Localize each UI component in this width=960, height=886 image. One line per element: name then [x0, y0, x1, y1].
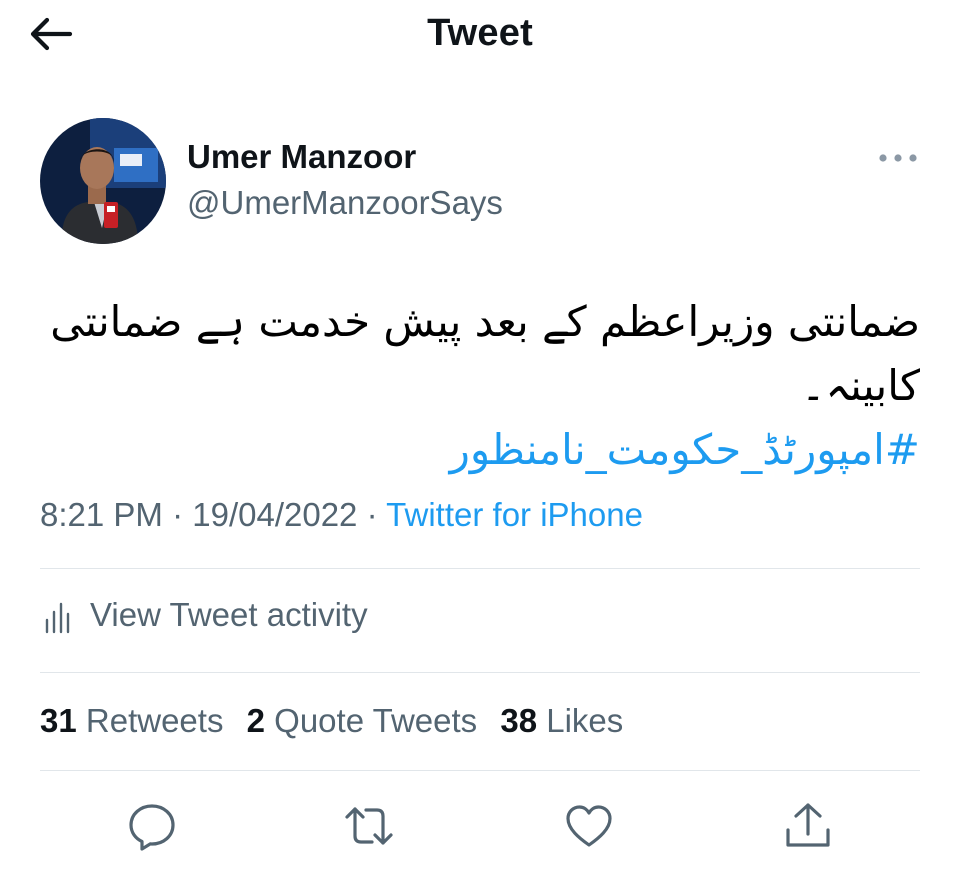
likes-label: Likes	[546, 702, 624, 739]
page-title: Tweet	[427, 12, 533, 54]
share-icon	[786, 803, 830, 847]
reply-button[interactable]	[126, 800, 178, 852]
retweet-button[interactable]	[343, 800, 395, 852]
hashtag-link[interactable]: #امپورٹڈ_حکومت_نامنظور	[40, 418, 920, 482]
header-bar: Tweet	[0, 0, 960, 70]
reply-icon	[129, 804, 175, 851]
tweet-date: 19/04/2022	[192, 496, 358, 533]
retweet-icon	[345, 807, 393, 845]
meta-separator: ·	[366, 496, 378, 533]
divider	[40, 770, 920, 771]
divider	[40, 568, 920, 569]
tweet-text: ضمانتی وزیراعظم کے بعد پیش خدمت ہے ضمانت…	[40, 290, 920, 482]
likes-stat[interactable]: 38 Likes	[500, 702, 623, 739]
bar-chart-icon	[45, 602, 70, 634]
view-tweet-activity-label: View Tweet activity	[90, 596, 368, 633]
engagement-stats: 31 Retweets 2 Quote Tweets 38 Likes	[40, 702, 637, 740]
retweets-stat[interactable]: 31 Retweets	[40, 702, 223, 739]
more-horizontal-icon	[879, 154, 917, 162]
author-display-name[interactable]: Umer Manzoor	[187, 138, 416, 176]
quote-tweets-label: Quote Tweets	[274, 702, 478, 739]
retweets-count: 31	[40, 702, 77, 739]
tweet-source-link[interactable]: Twitter for iPhone	[386, 496, 643, 533]
more-options-button[interactable]	[876, 146, 920, 170]
tweet-metadata: 8:21 PM · 19/04/2022 · Twitter for iPhon…	[40, 496, 643, 534]
quote-tweets-count: 2	[246, 702, 265, 739]
retweets-label: Retweets	[85, 702, 224, 739]
likes-count: 38	[500, 702, 538, 739]
like-icon	[566, 805, 612, 847]
share-button[interactable]	[782, 800, 834, 852]
author-handle[interactable]: @UmerManzoorSays	[187, 184, 503, 222]
avatar[interactable]	[40, 118, 166, 244]
quote-tweets-stat[interactable]: 2 Quote Tweets	[247, 702, 478, 739]
meta-separator: ·	[172, 496, 184, 533]
divider	[40, 672, 920, 673]
tweet-time: 8:21 PM	[40, 496, 163, 533]
view-tweet-activity-button[interactable]: View Tweet activity	[40, 596, 540, 640]
tweet-body: ضمانتی وزیراعظم کے بعد پیش خدمت ہے ضمانت…	[50, 297, 920, 410]
like-button[interactable]	[563, 800, 615, 852]
